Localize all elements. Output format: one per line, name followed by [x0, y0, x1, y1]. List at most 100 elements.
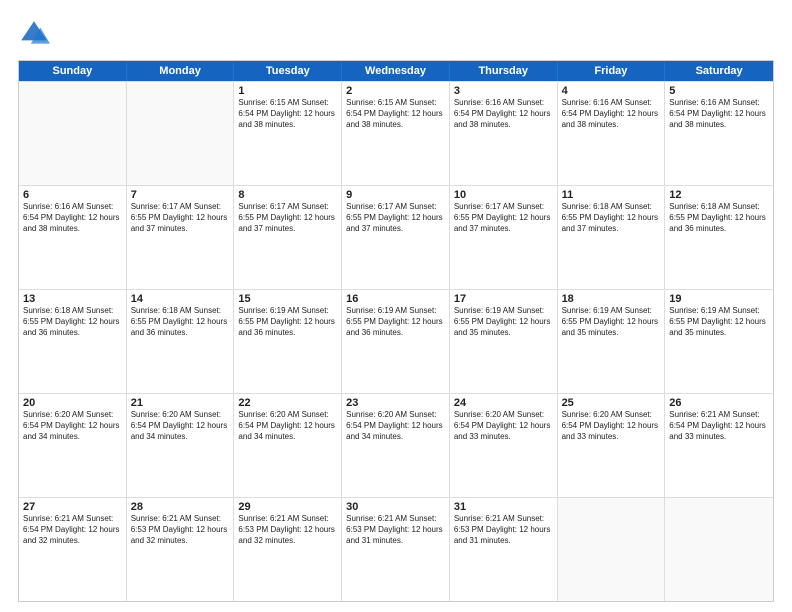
calendar-row-1: 6Sunrise: 6:16 AM Sunset: 6:54 PM Daylig…: [19, 185, 773, 289]
day-detail: Sunrise: 6:20 AM Sunset: 6:54 PM Dayligh…: [238, 410, 337, 442]
calendar-row-3: 20Sunrise: 6:20 AM Sunset: 6:54 PM Dayli…: [19, 393, 773, 497]
day-cell-21: 21Sunrise: 6:20 AM Sunset: 6:54 PM Dayli…: [127, 394, 235, 497]
day-detail: Sunrise: 6:20 AM Sunset: 6:54 PM Dayligh…: [454, 410, 553, 442]
day-number: 8: [238, 189, 337, 201]
day-cell-9: 9Sunrise: 6:17 AM Sunset: 6:55 PM Daylig…: [342, 186, 450, 289]
day-detail: Sunrise: 6:15 AM Sunset: 6:54 PM Dayligh…: [238, 98, 337, 130]
day-number: 15: [238, 293, 337, 305]
weekday-header-monday: Monday: [127, 61, 235, 81]
day-detail: Sunrise: 6:21 AM Sunset: 6:54 PM Dayligh…: [669, 410, 769, 442]
day-cell-26: 26Sunrise: 6:21 AM Sunset: 6:54 PM Dayli…: [665, 394, 773, 497]
day-detail: Sunrise: 6:21 AM Sunset: 6:53 PM Dayligh…: [454, 514, 553, 546]
calendar-row-0: 1Sunrise: 6:15 AM Sunset: 6:54 PM Daylig…: [19, 81, 773, 185]
day-number: 29: [238, 501, 337, 513]
day-detail: Sunrise: 6:17 AM Sunset: 6:55 PM Dayligh…: [454, 202, 553, 234]
day-cell-30: 30Sunrise: 6:21 AM Sunset: 6:53 PM Dayli…: [342, 498, 450, 601]
calendar-row-2: 13Sunrise: 6:18 AM Sunset: 6:55 PM Dayli…: [19, 289, 773, 393]
day-number: 28: [131, 501, 230, 513]
day-cell-19: 19Sunrise: 6:19 AM Sunset: 6:55 PM Dayli…: [665, 290, 773, 393]
day-number: 26: [669, 397, 769, 409]
day-cell-10: 10Sunrise: 6:17 AM Sunset: 6:55 PM Dayli…: [450, 186, 558, 289]
day-detail: Sunrise: 6:18 AM Sunset: 6:55 PM Dayligh…: [23, 306, 122, 338]
day-detail: Sunrise: 6:17 AM Sunset: 6:55 PM Dayligh…: [346, 202, 445, 234]
empty-cell: [19, 82, 127, 185]
day-detail: Sunrise: 6:19 AM Sunset: 6:55 PM Dayligh…: [346, 306, 445, 338]
day-detail: Sunrise: 6:19 AM Sunset: 6:55 PM Dayligh…: [454, 306, 553, 338]
day-number: 14: [131, 293, 230, 305]
day-number: 13: [23, 293, 122, 305]
day-cell-16: 16Sunrise: 6:19 AM Sunset: 6:55 PM Dayli…: [342, 290, 450, 393]
day-number: 2: [346, 85, 445, 97]
day-detail: Sunrise: 6:18 AM Sunset: 6:55 PM Dayligh…: [669, 202, 769, 234]
calendar: SundayMondayTuesdayWednesdayThursdayFrid…: [18, 60, 774, 602]
day-cell-28: 28Sunrise: 6:21 AM Sunset: 6:53 PM Dayli…: [127, 498, 235, 601]
empty-cell: [558, 498, 666, 601]
day-cell-18: 18Sunrise: 6:19 AM Sunset: 6:55 PM Dayli…: [558, 290, 666, 393]
day-detail: Sunrise: 6:18 AM Sunset: 6:55 PM Dayligh…: [131, 306, 230, 338]
day-number: 31: [454, 501, 553, 513]
day-detail: Sunrise: 6:20 AM Sunset: 6:54 PM Dayligh…: [562, 410, 661, 442]
day-detail: Sunrise: 6:20 AM Sunset: 6:54 PM Dayligh…: [131, 410, 230, 442]
day-cell-1: 1Sunrise: 6:15 AM Sunset: 6:54 PM Daylig…: [234, 82, 342, 185]
weekday-header-thursday: Thursday: [450, 61, 558, 81]
day-cell-20: 20Sunrise: 6:20 AM Sunset: 6:54 PM Dayli…: [19, 394, 127, 497]
day-cell-6: 6Sunrise: 6:16 AM Sunset: 6:54 PM Daylig…: [19, 186, 127, 289]
day-number: 20: [23, 397, 122, 409]
day-cell-14: 14Sunrise: 6:18 AM Sunset: 6:55 PM Dayli…: [127, 290, 235, 393]
weekday-header-friday: Friday: [558, 61, 666, 81]
day-cell-17: 17Sunrise: 6:19 AM Sunset: 6:55 PM Dayli…: [450, 290, 558, 393]
day-cell-25: 25Sunrise: 6:20 AM Sunset: 6:54 PM Dayli…: [558, 394, 666, 497]
day-detail: Sunrise: 6:16 AM Sunset: 6:54 PM Dayligh…: [454, 98, 553, 130]
calendar-row-4: 27Sunrise: 6:21 AM Sunset: 6:54 PM Dayli…: [19, 497, 773, 601]
day-detail: Sunrise: 6:16 AM Sunset: 6:54 PM Dayligh…: [23, 202, 122, 234]
day-number: 23: [346, 397, 445, 409]
day-number: 30: [346, 501, 445, 513]
day-cell-3: 3Sunrise: 6:16 AM Sunset: 6:54 PM Daylig…: [450, 82, 558, 185]
day-detail: Sunrise: 6:21 AM Sunset: 6:53 PM Dayligh…: [238, 514, 337, 546]
day-cell-12: 12Sunrise: 6:18 AM Sunset: 6:55 PM Dayli…: [665, 186, 773, 289]
day-detail: Sunrise: 6:17 AM Sunset: 6:55 PM Dayligh…: [238, 202, 337, 234]
day-detail: Sunrise: 6:16 AM Sunset: 6:54 PM Dayligh…: [669, 98, 769, 130]
day-cell-31: 31Sunrise: 6:21 AM Sunset: 6:53 PM Dayli…: [450, 498, 558, 601]
day-cell-8: 8Sunrise: 6:17 AM Sunset: 6:55 PM Daylig…: [234, 186, 342, 289]
logo: [18, 18, 54, 50]
day-number: 10: [454, 189, 553, 201]
day-detail: Sunrise: 6:19 AM Sunset: 6:55 PM Dayligh…: [562, 306, 661, 338]
day-detail: Sunrise: 6:18 AM Sunset: 6:55 PM Dayligh…: [562, 202, 661, 234]
day-number: 19: [669, 293, 769, 305]
day-number: 11: [562, 189, 661, 201]
day-cell-27: 27Sunrise: 6:21 AM Sunset: 6:54 PM Dayli…: [19, 498, 127, 601]
empty-cell: [127, 82, 235, 185]
calendar-body: 1Sunrise: 6:15 AM Sunset: 6:54 PM Daylig…: [19, 81, 773, 601]
weekday-header-saturday: Saturday: [665, 61, 773, 81]
day-cell-11: 11Sunrise: 6:18 AM Sunset: 6:55 PM Dayli…: [558, 186, 666, 289]
day-cell-29: 29Sunrise: 6:21 AM Sunset: 6:53 PM Dayli…: [234, 498, 342, 601]
day-cell-15: 15Sunrise: 6:19 AM Sunset: 6:55 PM Dayli…: [234, 290, 342, 393]
calendar-header: SundayMondayTuesdayWednesdayThursdayFrid…: [19, 61, 773, 81]
day-detail: Sunrise: 6:17 AM Sunset: 6:55 PM Dayligh…: [131, 202, 230, 234]
day-cell-2: 2Sunrise: 6:15 AM Sunset: 6:54 PM Daylig…: [342, 82, 450, 185]
empty-cell: [665, 498, 773, 601]
day-number: 5: [669, 85, 769, 97]
day-number: 4: [562, 85, 661, 97]
day-detail: Sunrise: 6:20 AM Sunset: 6:54 PM Dayligh…: [23, 410, 122, 442]
day-cell-7: 7Sunrise: 6:17 AM Sunset: 6:55 PM Daylig…: [127, 186, 235, 289]
day-detail: Sunrise: 6:16 AM Sunset: 6:54 PM Dayligh…: [562, 98, 661, 130]
day-detail: Sunrise: 6:19 AM Sunset: 6:55 PM Dayligh…: [669, 306, 769, 338]
weekday-header-tuesday: Tuesday: [234, 61, 342, 81]
day-detail: Sunrise: 6:15 AM Sunset: 6:54 PM Dayligh…: [346, 98, 445, 130]
day-number: 17: [454, 293, 553, 305]
day-detail: Sunrise: 6:19 AM Sunset: 6:55 PM Dayligh…: [238, 306, 337, 338]
day-cell-4: 4Sunrise: 6:16 AM Sunset: 6:54 PM Daylig…: [558, 82, 666, 185]
day-detail: Sunrise: 6:21 AM Sunset: 6:54 PM Dayligh…: [23, 514, 122, 546]
day-number: 22: [238, 397, 337, 409]
day-number: 18: [562, 293, 661, 305]
day-number: 3: [454, 85, 553, 97]
day-number: 21: [131, 397, 230, 409]
day-cell-13: 13Sunrise: 6:18 AM Sunset: 6:55 PM Dayli…: [19, 290, 127, 393]
day-cell-24: 24Sunrise: 6:20 AM Sunset: 6:54 PM Dayli…: [450, 394, 558, 497]
day-cell-23: 23Sunrise: 6:20 AM Sunset: 6:54 PM Dayli…: [342, 394, 450, 497]
header: [18, 18, 774, 50]
weekday-header-wednesday: Wednesday: [342, 61, 450, 81]
weekday-header-sunday: Sunday: [19, 61, 127, 81]
